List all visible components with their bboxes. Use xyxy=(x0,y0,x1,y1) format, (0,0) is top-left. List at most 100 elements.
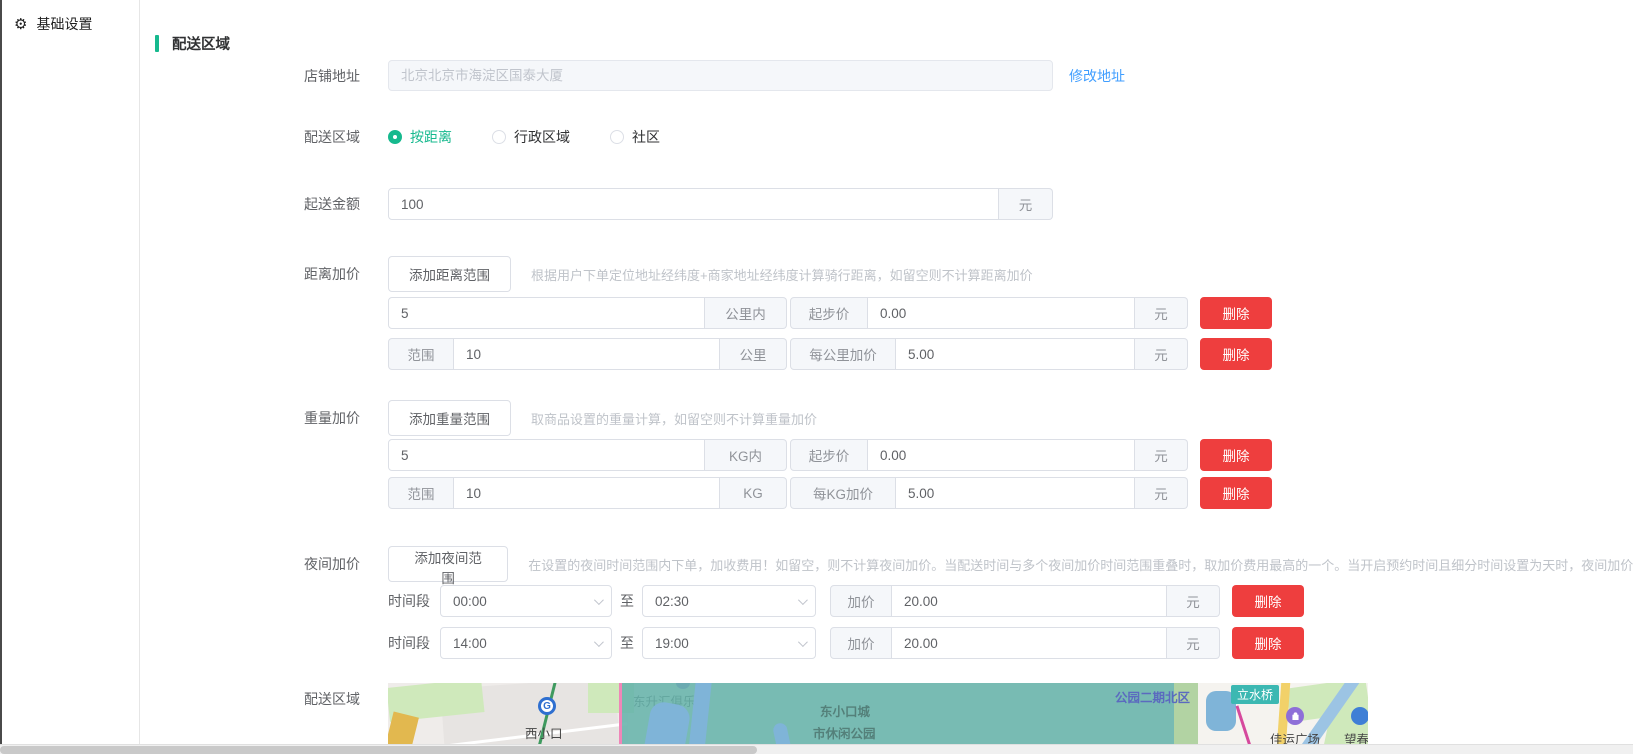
distance-base-price-input[interactable] xyxy=(868,298,1134,328)
radio-by-distance[interactable]: 按距离 xyxy=(388,127,452,147)
delete-night-row-1-button[interactable]: 删除 xyxy=(1232,585,1304,617)
night-to-select-2[interactable]: 19:00 xyxy=(642,627,816,659)
min-amount-label: 起送金额 xyxy=(155,194,360,214)
night-from-select-1[interactable]: 00:00 xyxy=(440,585,612,617)
map-label: 配送区域 xyxy=(155,683,360,709)
time-range-label: 时间段 xyxy=(388,591,430,611)
night-label: 夜间加价 xyxy=(155,554,360,574)
night-to-select-1[interactable]: 02:30 xyxy=(642,585,816,617)
map-label-park-line1: 东小口城 xyxy=(820,701,870,720)
to-label: 至 xyxy=(620,633,634,653)
per-kg-price-unit: 元 xyxy=(1135,477,1188,509)
distance-range-input[interactable] xyxy=(454,339,719,369)
horizontal-scrollbar[interactable] xyxy=(0,744,1633,754)
night-hint: 在设置的夜间时间范围内下单，加收费用！如留空，则不计算夜间加价。当配送时间与多个… xyxy=(528,555,1633,574)
delete-weight-row-2-button[interactable]: 删除 xyxy=(1200,477,1272,509)
radio-admin-region[interactable]: 行政区域 xyxy=(492,127,570,147)
delete-distance-row-2-button[interactable]: 删除 xyxy=(1200,338,1272,370)
min-amount-row: 起送金额 元 xyxy=(155,188,1633,220)
mall-icon xyxy=(1286,707,1304,725)
base-price-label: 起步价 xyxy=(790,297,868,329)
night-from-select-2[interactable]: 14:00 xyxy=(440,627,612,659)
to-label: 至 xyxy=(620,591,634,611)
min-amount-input[interactable] xyxy=(389,189,998,219)
delete-distance-row-1-button[interactable]: 删除 xyxy=(1200,297,1272,329)
sidebar-item-basic-settings[interactable]: ⚙ 基础设置 xyxy=(2,0,139,34)
weight-row-2: 范围 KG 每KG加价 元 删除 xyxy=(388,477,1633,509)
map-row: 配送区域 G 西小口 东升汇俱乐部 xyxy=(155,683,1633,753)
weight-base-price-input[interactable] xyxy=(868,440,1134,470)
distance-within-unit: 公里内 xyxy=(705,297,787,329)
distance-within-input[interactable] xyxy=(389,298,704,328)
subway-icon: G xyxy=(538,697,556,715)
add-night-range-button[interactable]: 添加夜间范围 xyxy=(388,546,508,582)
night-price-label: 加价 xyxy=(830,627,892,659)
map-label-park-line2: 市休闲公园 xyxy=(813,723,876,742)
map-label-xixiaokou: 西小口 xyxy=(525,723,563,742)
night-row-2: 时间段 14:00 至 19:00 加价 元 删除 xyxy=(388,627,1633,659)
chevron-down-icon xyxy=(798,595,808,605)
weight-within-unit: KG内 xyxy=(705,439,787,471)
weight-range-unit: KG xyxy=(720,477,787,509)
scrollbar-thumb[interactable] xyxy=(0,746,757,754)
night-row-1: 时间段 00:00 至 02:30 加价 元 删除 xyxy=(388,585,1633,617)
per-km-price-input[interactable] xyxy=(896,339,1134,369)
radio-icon xyxy=(492,130,506,144)
radio-community[interactable]: 社区 xyxy=(610,127,660,147)
page-title: 配送区域 xyxy=(172,33,230,54)
area-type-label: 配送区域 xyxy=(155,127,360,147)
chevron-down-icon xyxy=(798,637,808,647)
distance-row-2: 范围 公里 每公里加价 元 删除 xyxy=(388,338,1633,370)
distance-row-1: 公里内 起步价 元 删除 xyxy=(388,297,1633,329)
sidebar: ⚙ 基础设置 xyxy=(0,0,140,754)
area-type-row: 配送区域 按距离 行政区域 社区 xyxy=(155,128,1633,146)
weight-range-input[interactable] xyxy=(454,478,719,508)
map-badge-lishuiqiao: 立水桥 xyxy=(1231,685,1279,704)
weight-base-price-label: 起步价 xyxy=(790,439,868,471)
store-address-label: 店铺地址 xyxy=(155,66,360,86)
night-price-input-1[interactable] xyxy=(892,586,1166,616)
store-address-row: 店铺地址 修改地址 xyxy=(155,60,1633,91)
map-label-park-north: 公园二期北区 xyxy=(1115,687,1190,706)
time-range-label: 时间段 xyxy=(388,633,430,653)
night-header-row: 夜间加价 添加夜间范围 在设置的夜间时间范围内下单，加收费用！如留空，则不计算夜… xyxy=(155,546,1633,582)
add-weight-range-button[interactable]: 添加重量范围 xyxy=(388,400,511,436)
weight-row-1: KG内 起步价 元 删除 xyxy=(388,439,1633,471)
main-content: 配送区域 店铺地址 修改地址 配送区域 按距离 行政区域 社区 xyxy=(140,0,1633,754)
app-window: ⚙ 基础设置 配送区域 店铺地址 修改地址 配送区域 按距离 行政区域 xyxy=(0,0,1633,754)
radio-icon xyxy=(610,130,624,144)
chevron-down-icon xyxy=(594,595,604,605)
store-address-input[interactable] xyxy=(388,60,1053,91)
weight-header-row: 重量加价 添加重量范围 取商品设置的重量计算，如留空则不计算重量加价 xyxy=(155,400,1633,436)
distance-header-row: 距离加价 添加距离范围 根据用户下单定位地址经纬度+商家地址经纬度计算骑行距离，… xyxy=(155,256,1633,292)
delivery-area-map[interactable]: G 西小口 东升汇俱乐部 东小口城 市休闲公园 公园二期北区 xyxy=(388,683,1368,753)
weight-within-input[interactable] xyxy=(389,440,704,470)
delete-night-row-2-button[interactable]: 删除 xyxy=(1232,627,1304,659)
range-label: 范围 xyxy=(388,338,454,370)
accent-bar xyxy=(155,35,159,52)
distance-label: 距离加价 xyxy=(155,264,360,284)
chevron-down-icon xyxy=(594,637,604,647)
distance-hint: 根据用户下单定位地址经纬度+商家地址经纬度计算骑行距离，如留空则不计算距离加价 xyxy=(531,265,1033,284)
section-title: 配送区域 xyxy=(155,33,1633,53)
delete-weight-row-1-button[interactable]: 删除 xyxy=(1200,439,1272,471)
map-transit-line-pink xyxy=(619,683,622,753)
weight-label: 重量加价 xyxy=(155,408,360,428)
edit-address-link[interactable]: 修改地址 xyxy=(1069,66,1125,86)
distance-price-unit: 元 xyxy=(1135,297,1188,329)
per-kg-price-label: 每KG加价 xyxy=(790,477,896,509)
night-price-unit: 元 xyxy=(1167,627,1220,659)
poi-icon-wangchun xyxy=(1351,707,1368,725)
night-price-input-2[interactable] xyxy=(892,628,1166,658)
min-amount-unit: 元 xyxy=(999,188,1053,220)
per-kg-price-input[interactable] xyxy=(896,478,1134,508)
night-price-label: 加价 xyxy=(830,585,892,617)
radio-selected-icon xyxy=(388,130,402,144)
sidebar-item-label: 基础设置 xyxy=(36,14,92,34)
per-km-price-unit: 元 xyxy=(1135,338,1188,370)
weight-price-unit: 元 xyxy=(1135,439,1188,471)
distance-range-unit: 公里 xyxy=(720,338,787,370)
add-distance-range-button[interactable]: 添加距离范围 xyxy=(388,256,511,292)
weight-range-label: 范围 xyxy=(388,477,454,509)
weight-hint: 取商品设置的重量计算，如留空则不计算重量加价 xyxy=(531,409,817,428)
